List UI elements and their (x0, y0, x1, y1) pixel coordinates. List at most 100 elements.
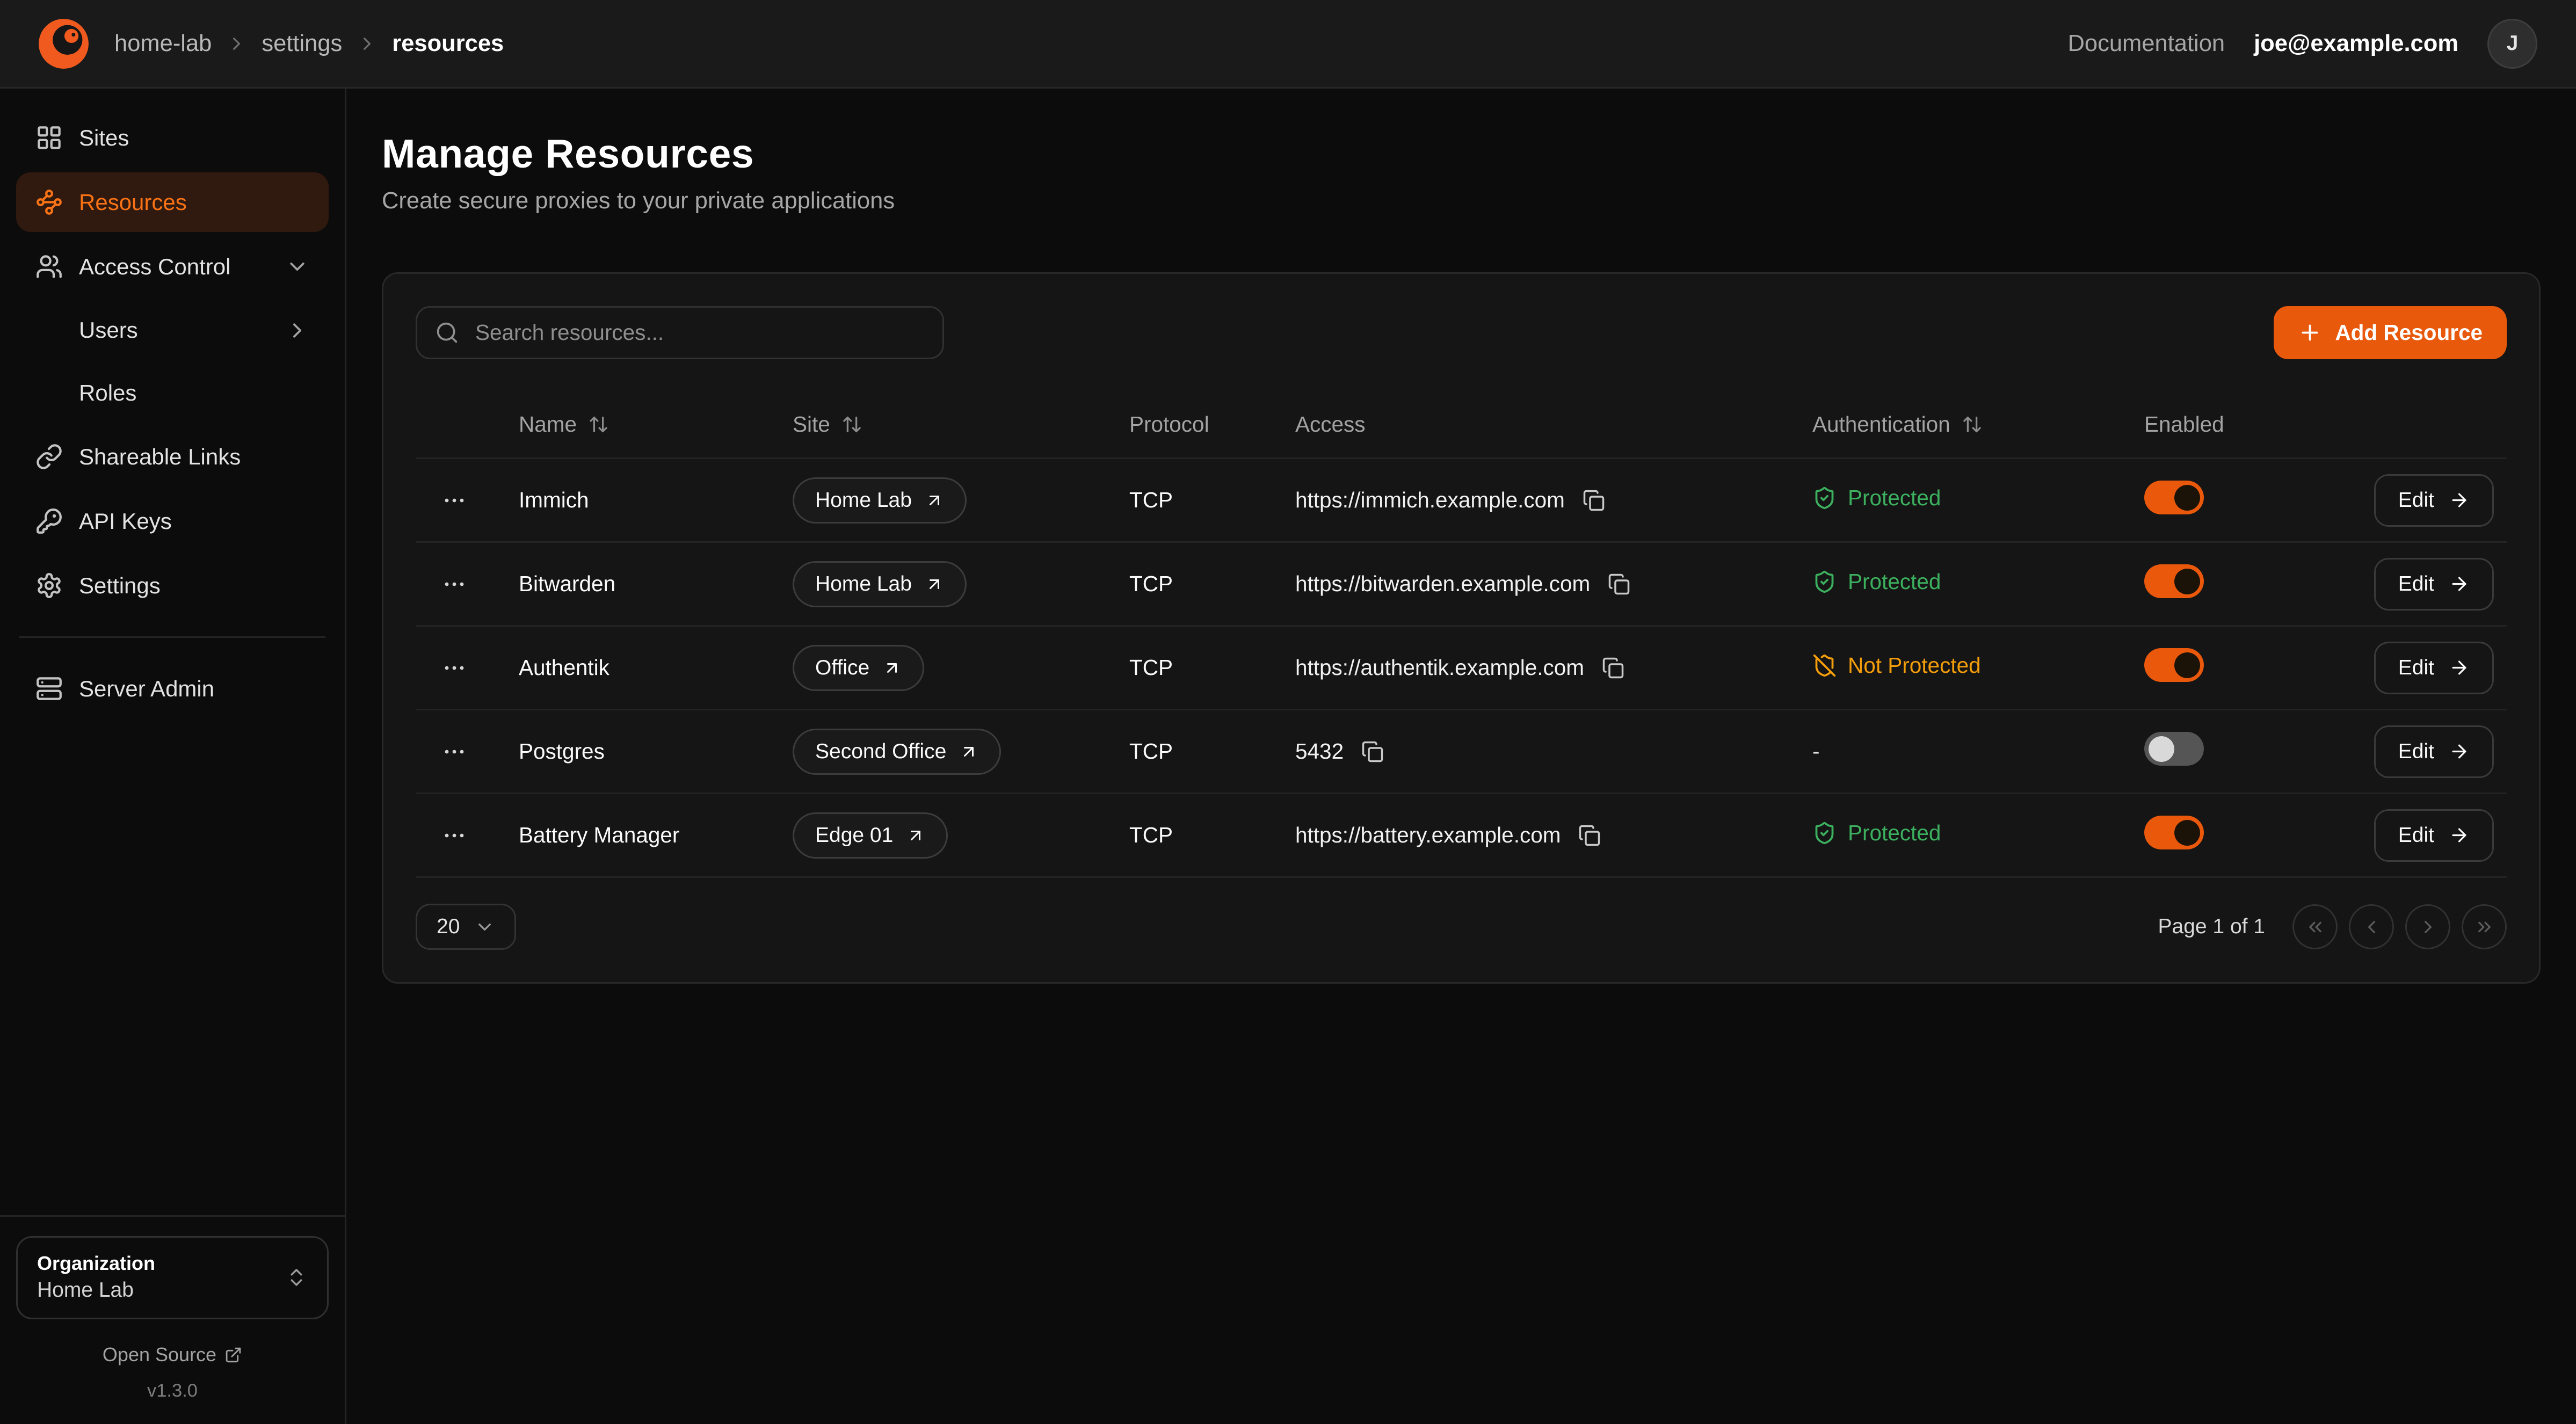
sidebar-item-label: Roles (79, 380, 136, 406)
shield-check-icon (1812, 821, 1837, 845)
copy-icon (1602, 657, 1624, 679)
sidebar-item-users[interactable]: Users (16, 301, 329, 359)
sort-icon (1962, 414, 1983, 435)
version-label: v1.3.0 (16, 1381, 329, 1401)
sidebar-item-label: Settings (79, 573, 161, 599)
next-page-button[interactable] (2405, 904, 2450, 949)
site-name: Edge 01 (815, 824, 893, 847)
sidebar-item-sites[interactable]: Sites (16, 108, 329, 168)
add-resource-label: Add Resource (2335, 320, 2483, 345)
row-menu-button[interactable] (435, 565, 474, 604)
open-source-link[interactable]: Open Source (16, 1343, 329, 1366)
enabled-toggle[interactable] (2144, 648, 2204, 682)
resource-access-url: 5432 (1295, 739, 1344, 764)
sidebar-item-server-admin[interactable]: Server Admin (16, 659, 329, 718)
table-row: Authentik Office TCP https://authentik.e… (416, 627, 2507, 710)
edit-button[interactable]: Edit (2374, 558, 2494, 611)
resources-table: Name Site Protocol (416, 391, 2507, 878)
organization-selector[interactable]: Organization Home Lab (16, 1236, 329, 1319)
auth-status: Protected (1812, 485, 1941, 511)
arrow-up-right-icon (925, 575, 944, 594)
breadcrumb-resources[interactable]: resources (392, 31, 504, 57)
edit-button-label: Edit (2398, 740, 2434, 764)
site-link-button[interactable]: Second Office (793, 729, 1001, 775)
sidebar-item-label: API Keys (79, 508, 172, 534)
page-size-select[interactable]: 20 (416, 904, 516, 950)
table-header: Name Site Protocol (416, 391, 2507, 459)
edit-button[interactable]: Edit (2374, 642, 2494, 694)
search-input[interactable] (472, 318, 925, 347)
column-header-site[interactable]: Site (793, 412, 1129, 437)
enabled-toggle[interactable] (2144, 564, 2204, 598)
breadcrumb-separator-icon (226, 33, 247, 54)
site-link-button[interactable]: Home Lab (793, 477, 967, 524)
site-name: Home Lab (815, 489, 912, 512)
add-resource-button[interactable]: Add Resource (2274, 306, 2507, 359)
column-header-name[interactable]: Name (519, 412, 793, 437)
copy-access-button[interactable] (1605, 570, 1634, 599)
settings-gear-icon (35, 572, 63, 599)
sidebar-item-label: Access Control (79, 254, 230, 280)
chevrons-up-down-icon (285, 1266, 308, 1289)
enabled-toggle[interactable] (2144, 481, 2204, 514)
sidebar-item-settings[interactable]: Settings (16, 556, 329, 615)
edit-button[interactable]: Edit (2374, 725, 2494, 778)
previous-page-button[interactable] (2349, 904, 2394, 949)
row-menu-button[interactable] (435, 732, 474, 771)
resource-protocol: TCP (1129, 655, 1295, 680)
shareable-links-icon (35, 443, 63, 470)
sidebar-item-roles[interactable]: Roles (16, 364, 329, 422)
site-link-button[interactable]: Home Lab (793, 561, 967, 607)
sidebar-bottom: Organization Home Lab Open Source v1.3.0 (0, 1215, 345, 1424)
copy-access-button[interactable] (1358, 737, 1387, 766)
site-link-button[interactable]: Edge 01 (793, 812, 948, 859)
edit-button[interactable]: Edit (2374, 809, 2494, 862)
enabled-toggle[interactable] (2144, 732, 2204, 766)
copy-icon (1578, 824, 1601, 847)
row-menu-button[interactable] (435, 649, 474, 687)
copy-access-button[interactable] (1579, 486, 1608, 515)
sidebar-item-access-control[interactable]: Access Control (16, 237, 329, 296)
chevrons-left-icon (2305, 917, 2326, 938)
arrow-right-icon (2449, 825, 2470, 846)
ellipsis-icon (441, 739, 467, 765)
breadcrumb-org[interactable]: home-lab (114, 31, 212, 57)
main-content: Manage Resources Create secure proxies t… (346, 89, 2576, 1424)
sidebar-item-api-keys[interactable]: API Keys (16, 491, 329, 551)
auth-status: Protected (1812, 820, 1941, 846)
copy-icon (1608, 573, 1630, 595)
row-menu-button[interactable] (435, 816, 474, 855)
user-avatar[interactable]: J (2487, 19, 2537, 69)
breadcrumb: home-lab settings resources (114, 31, 504, 57)
resource-protocol: TCP (1129, 571, 1295, 597)
last-page-button[interactable] (2462, 904, 2507, 949)
copy-icon (1583, 489, 1605, 512)
external-link-icon (224, 1346, 242, 1364)
table-row: Battery Manager Edge 01 TCP https://batt… (416, 794, 2507, 878)
pangolin-logo-icon[interactable] (39, 19, 89, 69)
arrow-up-right-icon (959, 742, 978, 761)
copy-access-button[interactable] (1599, 653, 1628, 682)
column-header-authentication[interactable]: Authentication (1812, 412, 2144, 437)
documentation-link[interactable]: Documentation (2068, 31, 2225, 57)
breadcrumb-settings[interactable]: settings (262, 31, 342, 57)
resource-access-url: https://immich.example.com (1295, 488, 1565, 513)
sidebar-item-shareable-links[interactable]: Shareable Links (16, 427, 329, 486)
arrow-up-right-icon (882, 658, 902, 678)
copy-access-button[interactable] (1575, 821, 1604, 850)
sidebar: Sites Resources Access Control (0, 89, 346, 1424)
first-page-button[interactable] (2292, 904, 2338, 949)
user-email-menu[interactable]: joe@example.com (2254, 31, 2458, 57)
auth-status: Protected (1812, 569, 1941, 594)
resource-access-url: https://bitwarden.example.com (1295, 571, 1590, 597)
row-menu-button[interactable] (435, 481, 474, 520)
enabled-toggle[interactable] (2144, 816, 2204, 849)
open-source-label: Open Source (103, 1343, 216, 1366)
arrow-right-icon (2449, 741, 2470, 762)
edit-button[interactable]: Edit (2374, 474, 2494, 527)
arrow-up-right-icon (925, 491, 944, 510)
table-row: Postgres Second Office TCP 5432 (416, 710, 2507, 794)
sidebar-item-resources[interactable]: Resources (16, 172, 329, 232)
site-link-button[interactable]: Office (793, 645, 924, 691)
table-body: Immich Home Lab TCP https://immich.examp… (416, 459, 2507, 878)
